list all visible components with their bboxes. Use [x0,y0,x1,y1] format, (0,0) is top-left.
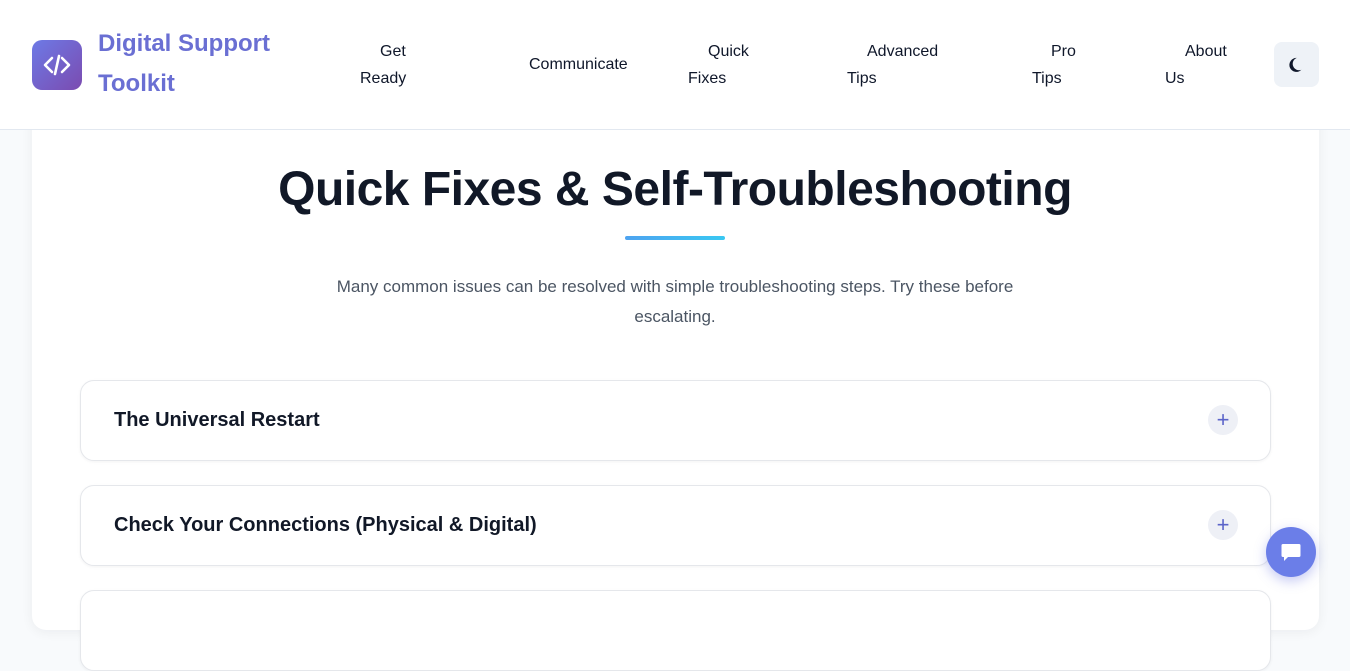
accordion-item-partial[interactable] [80,590,1271,671]
nav-quick-fixes-line1: Quick [708,43,749,60]
nav-advanced-tips-line2: Tips [847,70,877,87]
logo-mark[interactable] [32,40,82,90]
title-underline [625,236,725,240]
chat-button[interactable] [1266,527,1316,577]
nav-advanced-tips[interactable]: Advanced Tips [847,38,938,92]
nav-communicate-label: Communicate [529,56,628,73]
moon-icon [1288,57,1301,72]
nav-about-us-line2: Us [1165,70,1185,87]
code-icon [43,54,71,76]
section-subtitle: Many common issues can be resolved with … [336,277,1014,326]
plus-icon[interactable]: + [1208,510,1238,540]
nav-advanced-tips-line1: Advanced [867,43,939,60]
nav-get-ready-line2: Ready [360,70,407,87]
nav-get-ready-line1: Get [380,43,406,60]
nav-quick-fixes-line2: Fixes [688,70,727,87]
brand-name[interactable]: Digital Support Toolkit [98,24,298,104]
nav-communicate[interactable]: Communicate [529,51,628,78]
nav-get-ready[interactable]: Get Ready [360,38,426,92]
accordion-item-universal-restart[interactable]: The Universal Restart + [80,380,1271,461]
nav-pro-tips[interactable]: Pro Tips [1032,38,1076,92]
page-title: Quick Fixes & Self-Troubleshooting [278,163,1072,216]
nav-about-us[interactable]: About Us [1165,38,1227,92]
nav-quick-fixes[interactable]: Quick Fixes [688,38,749,92]
theme-toggle-button[interactable] [1274,42,1319,87]
accordion-title: The Universal Restart [114,409,320,431]
chat-bubble-icon [1281,544,1301,561]
site-header: Digital Support Toolkit Get Ready Commun… [0,0,1350,130]
plus-icon[interactable]: + [1208,405,1238,435]
nav-about-us-line1: About [1185,43,1227,60]
accordion-item-check-connections[interactable]: Check Your Connections (Physical & Digit… [80,485,1271,566]
nav-pro-tips-line2: Tips [1032,70,1062,87]
accordion-title: Check Your Connections (Physical & Digit… [114,514,537,536]
nav-pro-tips-line1: Pro [1051,43,1076,60]
